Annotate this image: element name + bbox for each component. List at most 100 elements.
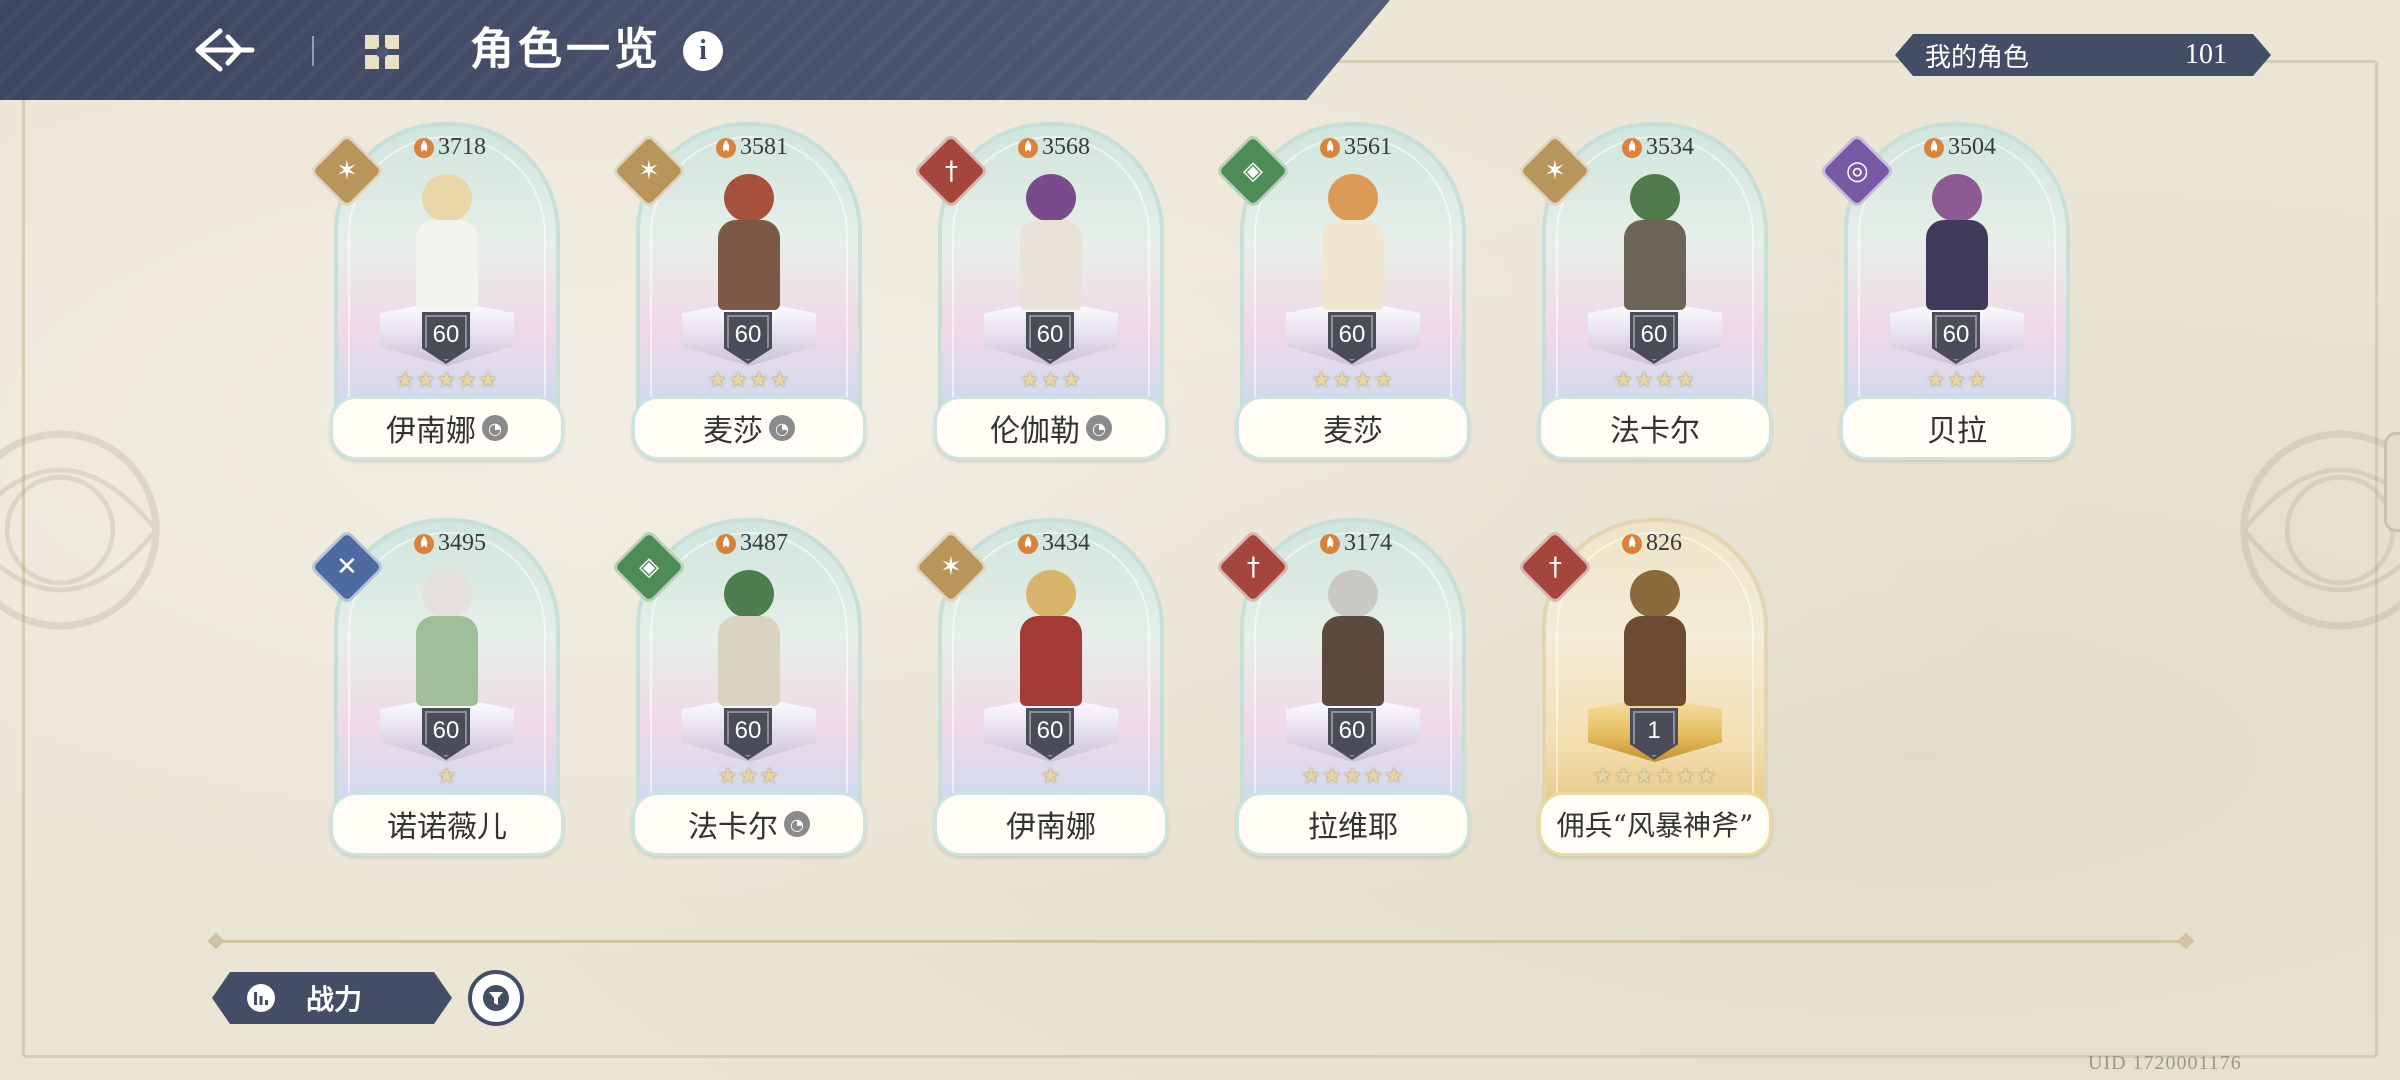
combat-power: 3568 <box>1018 130 1090 164</box>
combat-power-value: 3434 <box>1042 529 1090 556</box>
combat-power-value: 3568 <box>1042 133 1090 160</box>
star-rating: ★★★★ <box>1613 368 1697 393</box>
combat-power-value: 3718 <box>438 133 486 160</box>
info-icon[interactable]: i <box>683 31 723 71</box>
character-nameplate: 麦莎 <box>1236 396 1470 460</box>
combat-power: 3534 <box>1622 130 1694 164</box>
character-portrait <box>402 170 492 320</box>
side-panel-handle[interactable] <box>2384 432 2400 532</box>
combat-power: 3495 <box>414 526 486 560</box>
combat-power-value: 3561 <box>1344 133 1392 160</box>
character-portrait <box>1006 566 1096 716</box>
character-portrait <box>1912 170 2002 320</box>
owned-mark-icon: ◔ <box>769 415 795 441</box>
combat-power: 3718 <box>414 130 486 164</box>
character-name: 麦莎 <box>1323 414 1383 449</box>
ornament-right-icon <box>2240 430 2400 630</box>
character-portrait <box>1308 170 1398 320</box>
character-card[interactable]: 60 3487 ◈ ★★★ 法卡尔 ◔ <box>610 518 872 858</box>
combat-power-value: 3504 <box>1948 133 1996 160</box>
character-nameplate: 伊南娜 <box>934 792 1168 856</box>
flame-icon <box>1924 138 1944 158</box>
my-characters-counter: 我的角色 101 <box>1895 34 2271 76</box>
page-title: 角色一览 <box>470 24 662 75</box>
combat-power: 3487 <box>716 526 788 560</box>
star-rating: ★ <box>436 764 458 789</box>
character-name: 拉维耶 <box>1308 810 1398 845</box>
my-characters-label: 我的角色 <box>1925 42 2030 73</box>
bottom-divider <box>216 940 2186 943</box>
star-rating: ★★★★ <box>707 368 791 393</box>
filter-button[interactable] <box>468 970 524 1026</box>
sort-bars-icon <box>246 983 276 1013</box>
my-characters-count: 101 <box>2185 39 2227 70</box>
owned-mark-icon: ◔ <box>1086 415 1112 441</box>
character-portrait <box>1006 170 1096 320</box>
character-portrait <box>1610 170 1700 320</box>
star-rating: ★ <box>1040 764 1062 789</box>
combat-power-value: 3495 <box>438 529 486 556</box>
sort-button[interactable]: 战力 <box>212 972 452 1024</box>
character-name: 诺诺薇儿 <box>387 810 507 845</box>
character-portrait <box>704 170 794 320</box>
owned-mark-icon: ◔ <box>784 811 810 837</box>
character-portrait <box>704 566 794 716</box>
ornament-left-icon <box>0 430 160 630</box>
combat-power: 3174 <box>1320 526 1392 560</box>
star-rating: ★★★★★ <box>395 368 499 393</box>
flame-icon <box>414 534 434 554</box>
character-nameplate: 伦伽勒 ◔ <box>934 396 1168 460</box>
character-card[interactable]: 1 826 † ★★★★★★ 佣兵“风暴神斧” <box>1516 518 1778 858</box>
combat-power: 3504 <box>1924 130 1996 164</box>
character-nameplate: 麦莎 ◔ <box>632 396 866 460</box>
filter-funnel-icon <box>483 985 509 1011</box>
character-nameplate: 佣兵“风暴神斧” <box>1538 792 1772 856</box>
character-card[interactable]: 60 3568 † ★★★ 伦伽勒 ◔ <box>912 122 1174 462</box>
character-name: 伊南娜 <box>1006 810 1096 845</box>
flame-icon <box>1622 534 1642 554</box>
back-button[interactable] <box>190 22 260 78</box>
character-name: 伊南娜 <box>386 414 476 449</box>
flame-icon <box>1320 534 1340 554</box>
character-card[interactable]: 60 3174 † ★★★★★ 拉维耶 <box>1214 518 1476 858</box>
star-rating: ★★★ <box>1019 368 1083 393</box>
character-name: 佣兵“风暴神斧” <box>1556 809 1754 842</box>
combat-power-value: 826 <box>1646 529 1682 556</box>
combat-power-value: 3487 <box>740 529 788 556</box>
flame-icon <box>414 138 434 158</box>
combat-power-value: 3174 <box>1344 529 1392 556</box>
character-card[interactable]: 60 3718 ✶ ★★★★★ 伊南娜 ◔ <box>308 122 570 462</box>
character-name: 法卡尔 <box>688 810 778 845</box>
flame-icon <box>1018 534 1038 554</box>
character-portrait <box>1308 566 1398 716</box>
user-id: UID 1720001176 <box>2088 1052 2242 1074</box>
combat-power: 3434 <box>1018 526 1090 560</box>
character-portrait <box>1610 566 1700 716</box>
character-nameplate: 诺诺薇儿 <box>330 792 564 856</box>
character-nameplate: 贝拉 <box>1840 396 2074 460</box>
character-card[interactable]: 60 3434 ✶ ★ 伊南娜 <box>912 518 1174 858</box>
character-nameplate: 伊南娜 ◔ <box>330 396 564 460</box>
flame-icon <box>716 138 736 158</box>
character-card[interactable]: 60 3504 ◎ ★★★ 贝拉 <box>1818 122 2080 462</box>
character-card[interactable]: 60 3581 ✶ ★★★★ 麦莎 ◔ <box>610 122 872 462</box>
flame-icon <box>1622 138 1642 158</box>
sort-label: 战力 <box>306 983 363 1016</box>
character-portrait <box>402 566 492 716</box>
character-name: 贝拉 <box>1927 414 1987 449</box>
character-list-icon <box>365 35 399 69</box>
character-name: 伦伽勒 <box>990 414 1080 449</box>
flame-icon <box>1320 138 1340 158</box>
star-rating: ★★★★★★ <box>1592 764 1718 789</box>
character-name: 法卡尔 <box>1610 414 1700 449</box>
character-nameplate: 拉维耶 <box>1236 792 1470 856</box>
star-rating: ★★★ <box>1925 368 1989 393</box>
back-arrow-icon <box>195 28 255 72</box>
character-card[interactable]: 60 3495 ✕ ★ 诺诺薇儿 <box>308 518 570 858</box>
character-card[interactable]: 60 3534 ✶ ★★★★ 法卡尔 <box>1516 122 1778 462</box>
character-card[interactable]: 60 3561 ◈ ★★★★ 麦莎 <box>1214 122 1476 462</box>
star-rating: ★★★★★ <box>1301 764 1405 789</box>
character-nameplate: 法卡尔 ◔ <box>632 792 866 856</box>
star-rating: ★★★ <box>717 764 781 789</box>
combat-power: 826 <box>1622 526 1682 560</box>
